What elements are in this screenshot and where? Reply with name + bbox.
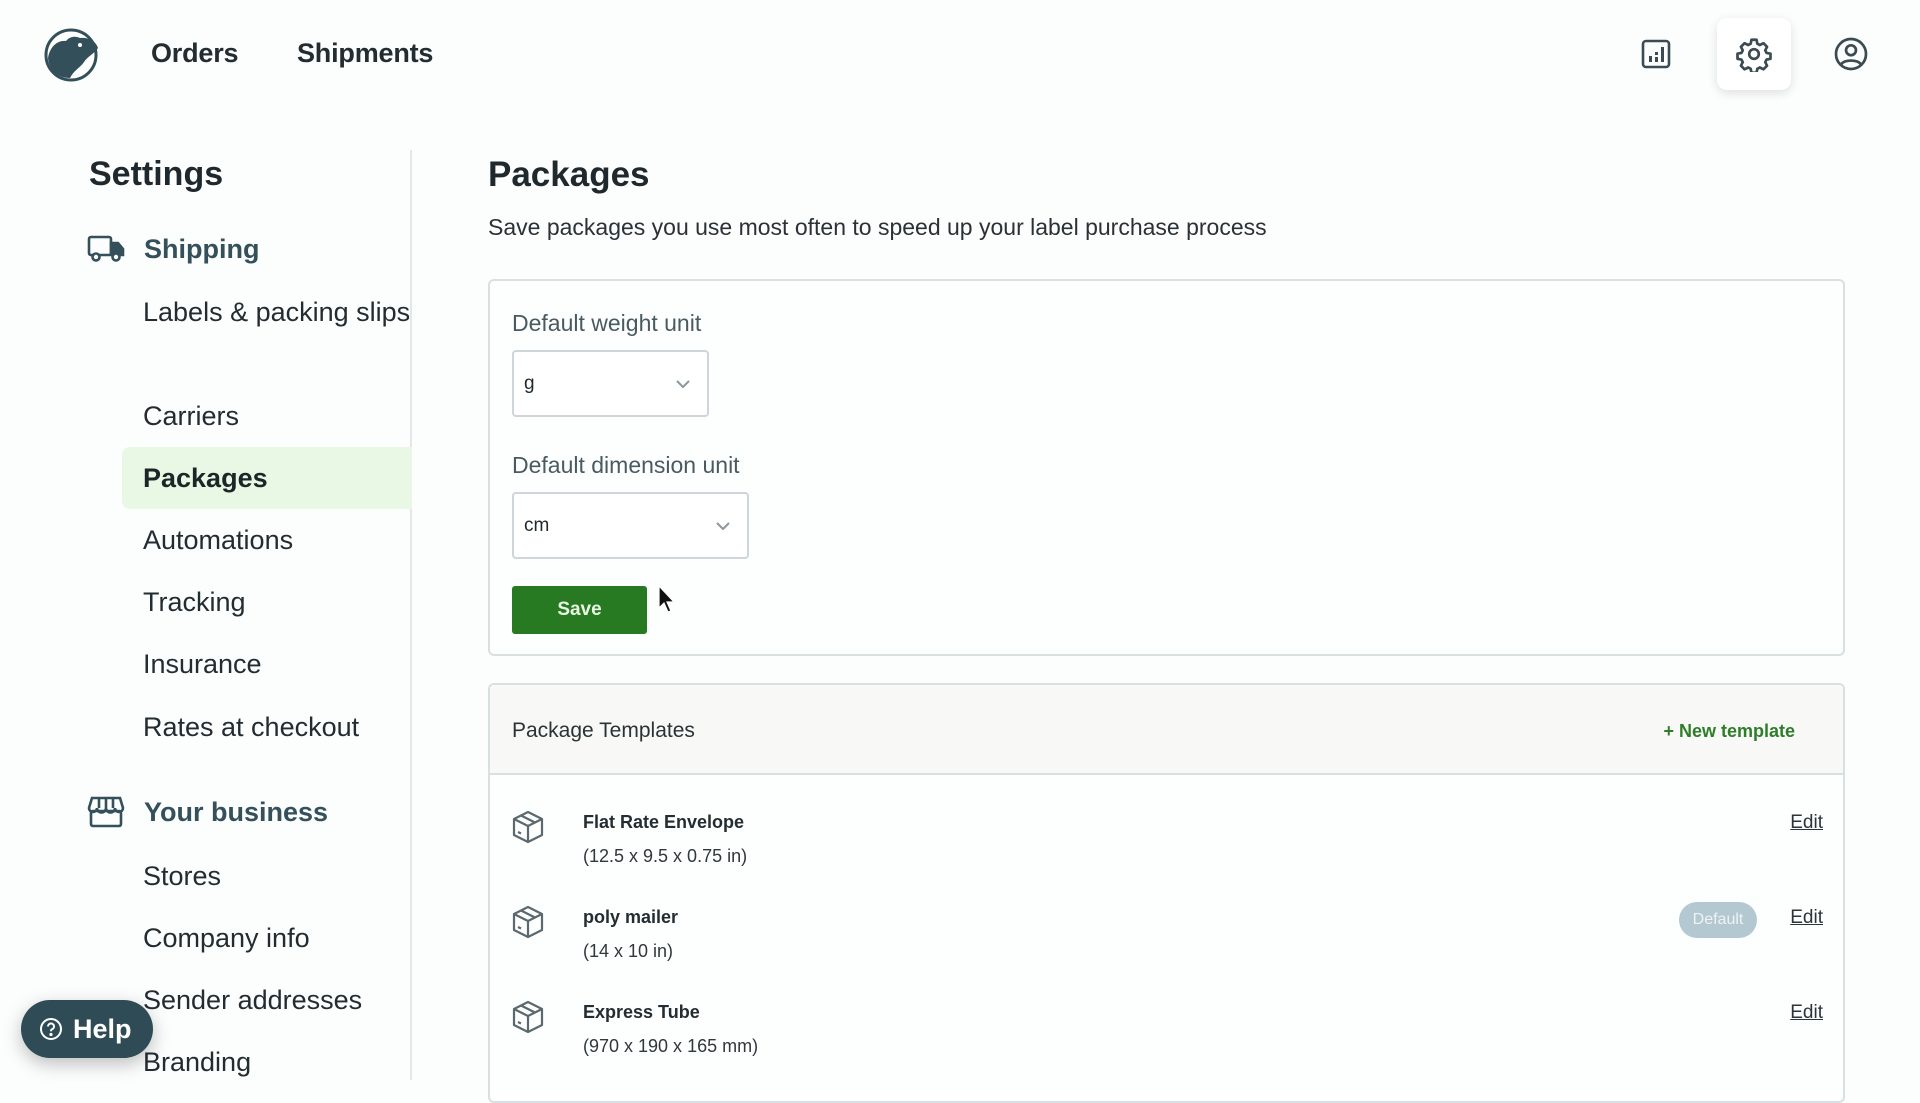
reports-icon xyxy=(1641,39,1671,69)
sidebar-item-label: Branding xyxy=(143,1047,252,1077)
capybara-logo-icon[interactable] xyxy=(44,28,100,82)
edit-template-link[interactable]: Edit xyxy=(1790,1002,1823,1024)
edit-template-link[interactable]: Edit xyxy=(1790,907,1823,929)
template-row: poly mailer (14 x 10 in) Default Edit xyxy=(490,902,1843,994)
template-row: Express Tube (970 x 190 x 165 mm) Edit xyxy=(490,999,1843,1089)
chevron-down-icon xyxy=(716,521,730,530)
page-subtitle: Save packages you use most often to spee… xyxy=(488,214,1267,240)
sidebar-section-label: Your business xyxy=(144,796,329,827)
package-box-icon xyxy=(512,1000,544,1034)
sidebar-item-insurance[interactable]: Insurance xyxy=(122,644,412,684)
help-button[interactable]: Help xyxy=(21,1000,153,1058)
nav-shipments-link[interactable]: Shipments xyxy=(297,38,433,69)
package-templates-title: Package Templates xyxy=(512,719,695,742)
sidebar-item-label: Tracking xyxy=(143,587,246,617)
sidebar-item-company-info[interactable]: Company info xyxy=(122,918,412,958)
sidebar-item-label: Packages xyxy=(143,463,268,493)
settings-sidebar: Settings Shipping Labels & packing slips… xyxy=(0,150,412,1080)
template-dimensions: (970 x 190 x 165 mm) xyxy=(583,1036,759,1056)
sidebar-item-carriers[interactable]: Carriers xyxy=(122,396,412,436)
dimension-unit-value: cm xyxy=(524,514,550,536)
package-templates-header: Package Templates + New template xyxy=(490,685,1843,775)
settings-button[interactable] xyxy=(1717,18,1791,90)
edit-template-link[interactable]: Edit xyxy=(1790,812,1823,834)
sidebar-section-shipping: Shipping xyxy=(86,232,259,266)
sidebar-item-automations[interactable]: Automations xyxy=(122,520,412,560)
top-navigation: Orders Shipments xyxy=(0,0,1920,108)
sidebar-item-label: Company info xyxy=(143,923,310,953)
sidebar-item-branding[interactable]: Branding xyxy=(122,1042,412,1082)
new-template-button[interactable]: + New template xyxy=(1663,721,1795,742)
sidebar-item-tracking[interactable]: Tracking xyxy=(122,582,412,622)
default-units-card: Default weight unit g Default dimension … xyxy=(488,279,1845,656)
sidebar-item-label: Stores xyxy=(143,861,222,891)
sidebar-item-labels-packing-slips[interactable]: Labels & packing slips xyxy=(122,292,412,332)
default-badge: Default xyxy=(1679,902,1757,938)
sidebar-item-rates-at-checkout[interactable]: Rates at checkout xyxy=(122,707,412,747)
sidebar-item-packages[interactable]: Packages xyxy=(122,447,412,509)
weight-unit-value: g xyxy=(524,372,535,394)
template-name: Express Tube xyxy=(583,1002,700,1022)
sidebar-item-label: Sender addresses xyxy=(143,985,363,1015)
sidebar-item-label: Carriers xyxy=(143,401,240,431)
template-dimensions: (14 x 10 in) xyxy=(583,941,674,961)
sidebar-item-label: Automations xyxy=(143,525,294,555)
sidebar-item-sender-addresses[interactable]: Sender addresses xyxy=(122,980,412,1020)
save-button[interactable]: Save xyxy=(512,586,647,634)
weight-unit-select[interactable]: g xyxy=(512,350,709,417)
sidebar-item-stores[interactable]: Stores xyxy=(122,856,412,896)
mouse-cursor-icon xyxy=(658,584,676,613)
truck-icon xyxy=(87,235,125,262)
gear-icon xyxy=(1736,38,1772,72)
dimension-unit-select[interactable]: cm xyxy=(512,492,749,559)
sidebar-section-label: Shipping xyxy=(144,233,260,264)
dimension-unit-label: Default dimension unit xyxy=(512,452,740,478)
sidebar-section-your-business: Your business xyxy=(86,795,328,829)
package-box-icon xyxy=(512,810,544,844)
template-name: Flat Rate Envelope xyxy=(583,812,745,832)
template-dimensions: (12.5 x 9.5 x 0.75 in) xyxy=(583,846,748,866)
nav-orders-link[interactable]: Orders xyxy=(151,38,239,69)
account-icon xyxy=(1834,37,1868,71)
account-button[interactable] xyxy=(1814,18,1888,90)
storefront-icon xyxy=(87,796,125,828)
template-name: poly mailer xyxy=(583,907,679,927)
package-box-icon xyxy=(512,905,544,939)
help-question-icon xyxy=(40,1018,62,1040)
chevron-down-icon xyxy=(676,379,690,388)
sidebar-title: Settings xyxy=(89,155,224,193)
template-row: Flat Rate Envelope (12.5 x 9.5 x 0.75 in… xyxy=(490,809,1843,899)
sidebar-item-label: Insurance xyxy=(143,649,262,679)
package-templates-card: Package Templates + New template Flat Ra… xyxy=(488,683,1845,1103)
weight-unit-label: Default weight unit xyxy=(512,310,702,336)
page-title: Packages xyxy=(488,155,650,194)
help-label: Help xyxy=(73,1013,132,1044)
sidebar-item-label: Rates at checkout xyxy=(143,712,360,742)
reports-button[interactable] xyxy=(1619,18,1693,90)
sidebar-item-label: Labels & packing slips xyxy=(143,297,411,327)
